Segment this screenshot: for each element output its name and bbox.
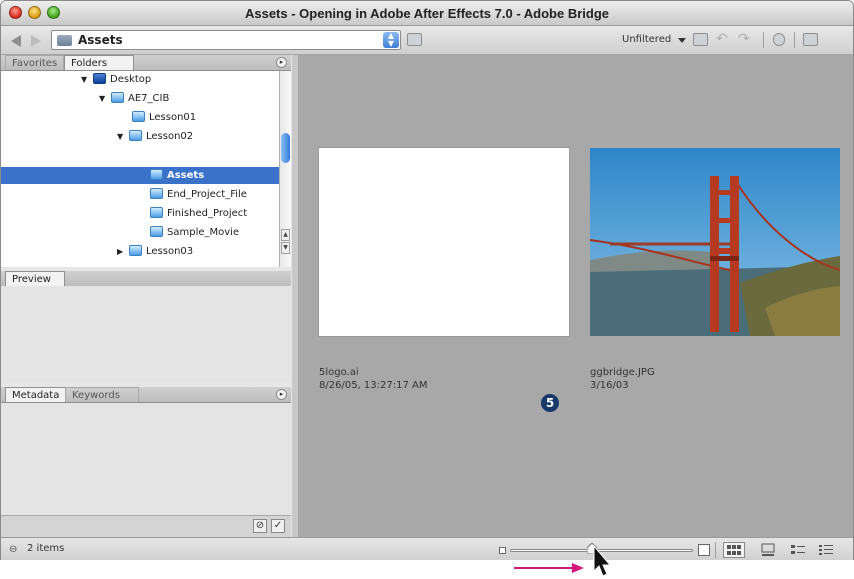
toolbar: Assets ▲ ▼ Unfiltered ↶ ↷ — [1, 26, 853, 55]
thumbnails-view-button[interactable] — [723, 542, 745, 558]
item-date: 8/26/05, 13:27:17 AM — [319, 380, 428, 391]
filter-label[interactable]: Unfiltered — [622, 34, 671, 45]
versions-view-button[interactable] — [815, 542, 837, 558]
tab-metadata[interactable]: Metadata — [5, 387, 67, 402]
large-thumbnail-icon[interactable] — [698, 544, 710, 556]
updown-arrows-icon[interactable]: ▲ ▼ — [383, 32, 399, 48]
back-arrow-icon[interactable] — [11, 35, 21, 47]
tab-preview[interactable]: Preview — [5, 271, 65, 286]
filter-dropdown-arrow-icon[interactable] — [678, 38, 686, 43]
folder-scrollbar[interactable]: ▲ ▼ — [279, 71, 291, 267]
annotation-overlay — [514, 544, 612, 577]
tab-folders[interactable]: Folders — [64, 55, 134, 70]
item-name: ggbridge.JPG — [590, 367, 655, 378]
scroll-down-arrow-icon[interactable]: ▼ — [281, 242, 290, 254]
item-date: 3/16/03 — [590, 380, 629, 391]
apply-checkmark-icon[interactable]: ✓ — [271, 519, 285, 533]
rotate-left-icon[interactable]: ↶ — [716, 31, 728, 47]
annotation-arrowhead-icon — [572, 563, 584, 573]
disclosure-triangle-icon[interactable]: ▼ — [99, 90, 111, 107]
mouse-cursor-icon — [593, 544, 612, 577]
disclosure-triangle-icon[interactable]: ▶ — [117, 243, 129, 260]
folder-icon — [150, 226, 163, 237]
details-view-button[interactable] — [787, 542, 809, 558]
tree-item-lesson03[interactable]: ▶ Lesson03 — [117, 243, 193, 260]
metadata-panel — [1, 403, 291, 515]
item-name: 5logo.ai — [319, 367, 359, 378]
statusbar-divider — [715, 542, 716, 558]
toolbar-divider — [794, 32, 795, 48]
logo-circle-icon: 5 — [541, 394, 559, 412]
preview-tabbar: Preview — [1, 271, 291, 287]
tree-item-end-project-file[interactable]: End_Project_File — [150, 186, 247, 203]
panel-menu-icon[interactable]: ▸ — [276, 57, 287, 68]
disclosure-triangle-icon[interactable]: ▼ — [81, 71, 93, 88]
scroll-up-arrow-icon[interactable]: ▲ — [281, 229, 290, 241]
filmstrip-view-button[interactable] — [757, 542, 779, 558]
folder-icon — [57, 35, 72, 46]
folder-icon — [150, 207, 163, 218]
cancel-icon[interactable]: ⊘ — [253, 519, 267, 533]
tree-item-assets[interactable]: Assets — [150, 167, 204, 184]
item-count: 2 items — [27, 543, 65, 554]
rotate-right-icon[interactable]: ↷ — [738, 31, 750, 47]
scrollbar-thumb[interactable] — [281, 133, 290, 163]
panel-menu-icon[interactable]: ▸ — [276, 389, 287, 400]
annotation-area — [0, 560, 854, 579]
forward-arrow-icon[interactable] — [31, 35, 41, 47]
details-view-icon — [791, 545, 805, 554]
folder-icon — [150, 169, 163, 180]
small-thumbnail-icon[interactable] — [499, 547, 506, 554]
tree-item-lesson02[interactable]: ▼ Lesson02 — [117, 128, 193, 145]
tree-item-sample-movie[interactable]: Sample_Movie — [150, 224, 239, 241]
folder-icon — [129, 245, 142, 256]
tree-item-lesson01[interactable]: Lesson01 — [132, 109, 196, 126]
metadata-footer: ⊘ ✓ — [1, 515, 291, 538]
disclosure-icon[interactable]: ⊖ — [9, 544, 17, 555]
folder-icon — [129, 130, 142, 141]
folder-icon — [132, 111, 145, 122]
folder-tree: ▼ Desktop ▼ AE7_CIB Lesson01 ▼ Lesson02 Ass… — [1, 71, 279, 267]
trash-icon[interactable] — [773, 33, 785, 46]
tab-keywords[interactable]: Keywords — [65, 387, 139, 402]
content-area: 5 5logo.ai 8/26/05, 13:27:17 AM ggbridge… — [298, 55, 853, 537]
toolbar-divider — [763, 32, 764, 48]
path-label: Assets — [78, 33, 123, 47]
desktop-icon — [93, 73, 106, 84]
list-view-icon — [819, 545, 833, 555]
thumbnail-5logo[interactable]: 5 — [319, 148, 569, 412]
tree-item-desktop[interactable]: ▼ Desktop — [81, 71, 151, 88]
title-bar: Assets - Opening in Adobe After Effects … — [1, 1, 853, 26]
window-title: Assets - Opening in Adobe After Effects … — [244, 6, 610, 21]
tree-item-ae7-cib[interactable]: ▼ AE7_CIB — [99, 90, 169, 107]
metadata-tabbar: Metadata Keywords ▸ — [1, 387, 291, 403]
new-folder-icon[interactable] — [693, 33, 708, 46]
path-dropdown[interactable]: Assets ▲ ▼ — [51, 30, 401, 50]
preview-panel — [1, 286, 291, 382]
reveal-folder-icon[interactable] — [407, 33, 422, 46]
tree-item-finished-project[interactable]: Finished_Project — [150, 205, 247, 222]
grid-view-icon — [727, 545, 741, 555]
filmstrip-view-icon — [761, 543, 775, 556]
bridge-window: Assets - Opening in Adobe After Effects … — [0, 0, 854, 562]
folder-icon — [150, 188, 163, 199]
selection-highlight — [1, 167, 279, 184]
disclosure-triangle-icon[interactable]: ▼ — [117, 128, 129, 145]
golden-gate-photo — [590, 148, 840, 336]
folder-icon — [111, 92, 124, 103]
tab-favorites[interactable]: Favorites — [5, 55, 65, 70]
folders-tabbar: Favorites Folders ▸ — [1, 55, 291, 71]
status-bar: ⊖ 2 items — [1, 537, 853, 561]
compact-mode-icon[interactable] — [803, 33, 818, 46]
thumbnail-ggbridge[interactable] — [590, 148, 840, 336]
